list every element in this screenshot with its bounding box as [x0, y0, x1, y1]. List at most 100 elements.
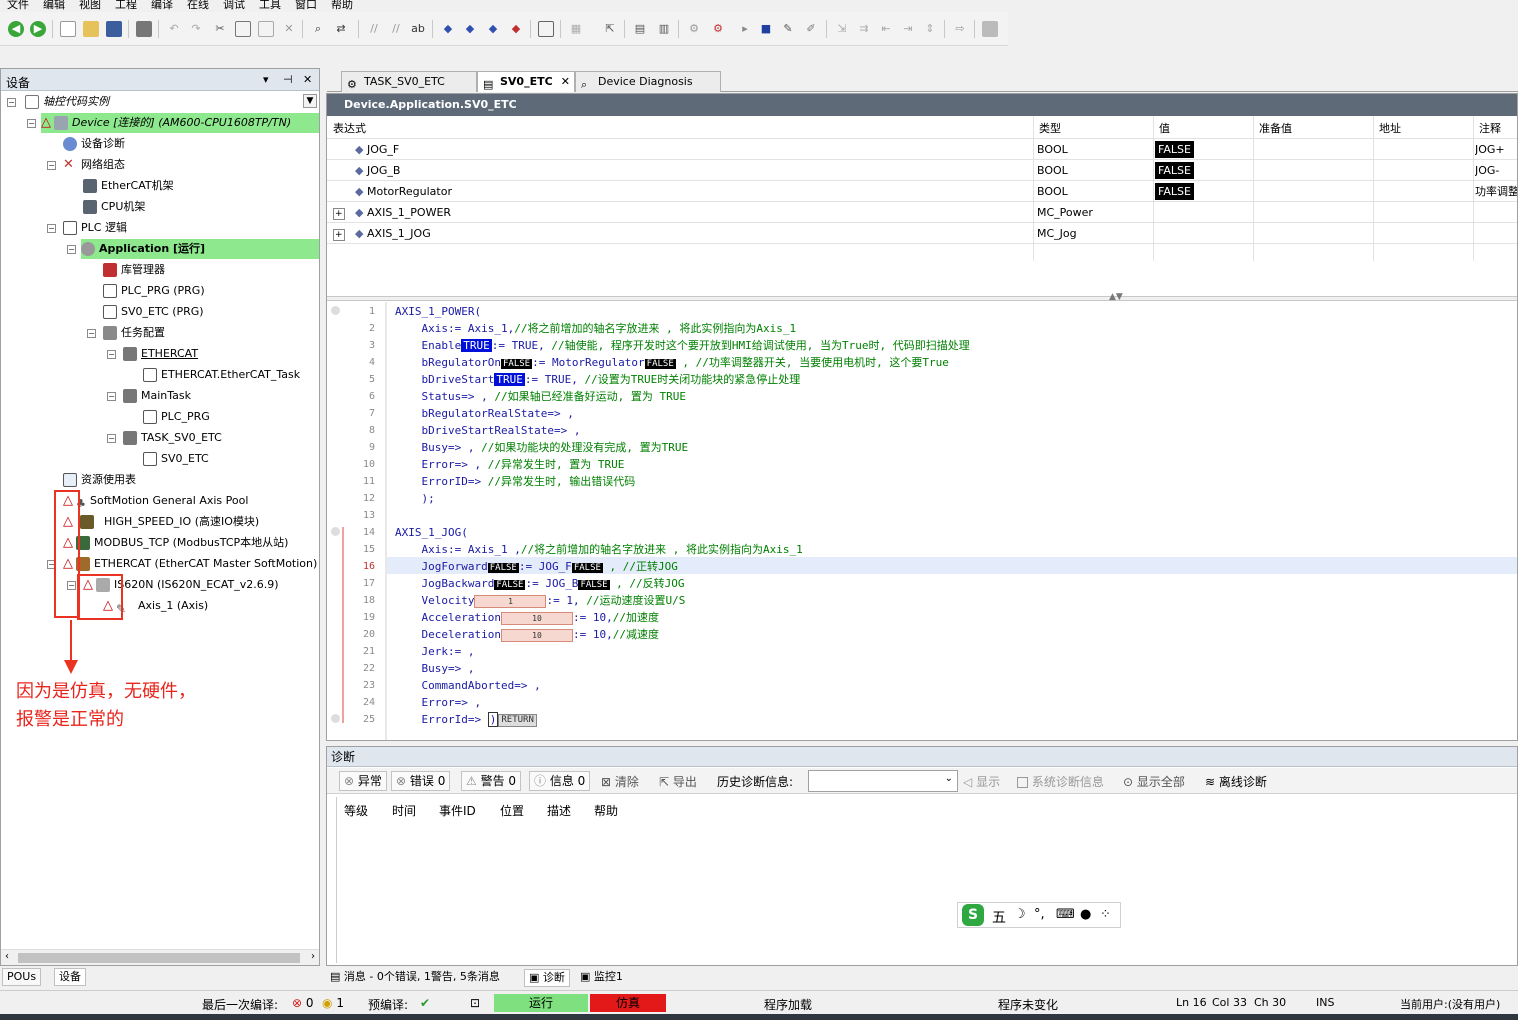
- col-location[interactable]: 位置: [500, 802, 524, 819]
- expand-toggle[interactable]: −: [87, 329, 96, 338]
- apps-icon[interactable]: ⁘: [1100, 907, 1111, 922]
- menu-window[interactable]: 窗口: [288, 0, 324, 10]
- tree-application[interactable]: Application [运行]: [81, 239, 319, 259]
- clear-button[interactable]: ⊠ 清除: [601, 773, 639, 790]
- watch-row[interactable]: + ◆ AXIS_1_POWER: [333, 202, 451, 223]
- expand-toggle[interactable]: −: [107, 350, 116, 359]
- save-icon[interactable]: [106, 21, 122, 37]
- tree-sv0-etc[interactable]: SV0_ETC (PRG): [103, 302, 204, 322]
- lock-icon[interactable]: ⊡: [470, 996, 480, 1010]
- tree-high-speed-io[interactable]: △ HIGH_SPEED_IO (高速IO模块): [63, 512, 259, 532]
- stop-icon[interactable]: ■: [758, 21, 774, 37]
- disconnect-icon[interactable]: ◆: [508, 21, 524, 37]
- breakpoint-icon[interactable]: ⇥: [900, 21, 916, 37]
- tree-ethercat-rack[interactable]: EtherCAT机架: [83, 176, 174, 196]
- tab-task-sv0-etc[interactable]: ⚙ TASK_SV0_ETC: [341, 71, 477, 92]
- monitor-icon[interactable]: [982, 21, 998, 37]
- watch-row[interactable]: ◆ JOG_F: [355, 139, 399, 160]
- pin-icon[interactable]: ⊣: [283, 73, 293, 86]
- toggle-icon[interactable]: ⇕: [922, 21, 938, 37]
- expand-toggle[interactable]: +: [333, 229, 345, 241]
- tab-pous[interactable]: POUs: [2, 968, 42, 986]
- run-icon[interactable]: ▸: [737, 21, 753, 37]
- editor-splitter[interactable]: ▲▼: [327, 292, 1517, 302]
- menu-help[interactable]: 帮助: [324, 0, 360, 10]
- tree-project[interactable]: 轴控代码实例: [25, 92, 315, 112]
- expand-toggle[interactable]: −: [107, 434, 116, 443]
- breakpoint-marker[interactable]: [331, 714, 340, 723]
- show-all-button[interactable]: ⊙ 显示全部: [1123, 773, 1185, 790]
- login-icon[interactable]: ◆: [440, 21, 456, 37]
- expand-toggle[interactable]: −: [7, 98, 16, 107]
- warning-count[interactable]: ◉ 1: [322, 996, 344, 1010]
- tree-resources[interactable]: 资源使用表: [63, 470, 136, 490]
- code-editor[interactable]: 1 2 3 4 5 6 7 8 9 10 11 12 13 14 15 16 17 18 19 20 21 22 23 24 2…: [327, 302, 1517, 740]
- tree-ethercat-task-call[interactable]: ETHERCAT.EtherCAT_Task: [143, 365, 300, 385]
- delete-icon[interactable]: ✕: [281, 21, 297, 37]
- expand-toggle[interactable]: +: [333, 208, 345, 220]
- print-icon[interactable]: [136, 21, 152, 37]
- watch-row[interactable]: ◆ JOG_B: [355, 160, 400, 181]
- splitter-arrows-icon[interactable]: ▲▼: [1109, 292, 1123, 302]
- tree-cpu-rack[interactable]: CPU机架: [83, 197, 145, 217]
- grid-icon[interactable]: ▦: [568, 21, 584, 37]
- tree-task-sv0-call[interactable]: SV0_ETC: [143, 449, 209, 469]
- punctuation-icon[interactable]: °,: [1034, 907, 1045, 922]
- moon-icon[interactable]: ☽: [1014, 907, 1026, 922]
- window-icon[interactable]: [538, 21, 554, 37]
- tree-main-task-call[interactable]: PLC_PRG: [143, 407, 210, 427]
- col-value[interactable]: 值: [1159, 118, 1170, 139]
- col-description[interactable]: 描述: [547, 802, 571, 819]
- col-prepared[interactable]: 准备值: [1259, 118, 1292, 139]
- step-over-icon[interactable]: ⇉: [856, 21, 872, 37]
- col-time[interactable]: 时间: [392, 802, 416, 819]
- open-folder-icon[interactable]: [83, 21, 99, 37]
- scroll-left-icon[interactable]: ‹: [5, 951, 9, 962]
- menu-file[interactable]: 文件: [0, 0, 36, 10]
- menu-project[interactable]: 工程: [108, 0, 144, 10]
- history-select[interactable]: ⌄: [808, 770, 958, 792]
- watch-row[interactable]: ◆ MotorRegulator: [355, 181, 452, 202]
- expand-toggle[interactable]: −: [47, 224, 56, 233]
- abc-icon[interactable]: ab: [410, 21, 426, 37]
- settings-icon[interactable]: ⚙: [686, 21, 702, 37]
- tab-sv0-etc[interactable]: ▤ SV0_ETC ✕: [477, 71, 575, 92]
- tree-device[interactable]: △ Device [连接的] (AM600-CPU1608TP/TN): [41, 113, 319, 133]
- error-count[interactable]: ⊗ 0: [292, 996, 314, 1010]
- export-button[interactable]: ⇱ 导出: [659, 773, 697, 790]
- tree-axis-pool[interactable]: △ ♣ SoftMotion General Axis Pool: [63, 491, 248, 511]
- replace-icon[interactable]: ⇄: [333, 21, 349, 37]
- col-type[interactable]: 类型: [1039, 118, 1061, 139]
- col-event-id[interactable]: 事件ID: [439, 802, 476, 819]
- menu-online[interactable]: 在线: [180, 0, 216, 10]
- copy-icon[interactable]: [235, 21, 251, 37]
- expand-toggle[interactable]: −: [47, 161, 56, 170]
- breakpoint-marker[interactable]: [331, 306, 340, 315]
- next-icon[interactable]: ⇨: [952, 21, 968, 37]
- panel-dropdown-icon[interactable]: ▾: [263, 73, 269, 86]
- filter-info-button[interactable]: ⓘ 信息 0: [529, 771, 591, 791]
- menu-view[interactable]: 视图: [72, 0, 108, 10]
- back-icon[interactable]: ◀: [8, 21, 24, 37]
- tab-diagnostics[interactable]: ▣ 诊断: [524, 969, 570, 987]
- tree-ethercat-task[interactable]: ETHERCAT: [123, 344, 198, 364]
- paste-icon[interactable]: [258, 21, 274, 37]
- redo-icon[interactable]: ↷: [188, 21, 204, 37]
- precompile-ok-icon[interactable]: ✔: [420, 996, 430, 1010]
- tree-task-config[interactable]: 任务配置: [103, 323, 165, 343]
- ime-mode[interactable]: 五: [992, 907, 1006, 927]
- close-panel-icon[interactable]: ✕: [303, 73, 312, 86]
- edit-icon[interactable]: ✐: [803, 21, 819, 37]
- col-comment[interactable]: 注释: [1479, 118, 1501, 139]
- watch-row[interactable]: + ◆ AXIS_1_JOG: [333, 223, 431, 244]
- logout-icon[interactable]: ◆: [462, 21, 478, 37]
- tool-icon[interactable]: ✎: [780, 21, 796, 37]
- step-into-icon[interactable]: ⇲: [834, 21, 850, 37]
- filter-exception-button[interactable]: ⊗ 异常: [339, 771, 387, 791]
- comment-icon[interactable]: //: [366, 21, 382, 37]
- menu-build[interactable]: 编译: [144, 0, 180, 10]
- close-tab-icon[interactable]: ✕: [561, 72, 570, 91]
- ime-toolbar[interactable]: S 五 ☽ °, ⌨ ● ⁘: [957, 902, 1121, 928]
- step-out-icon[interactable]: ⇤: [878, 21, 894, 37]
- scroll-right-icon[interactable]: ›: [311, 951, 315, 962]
